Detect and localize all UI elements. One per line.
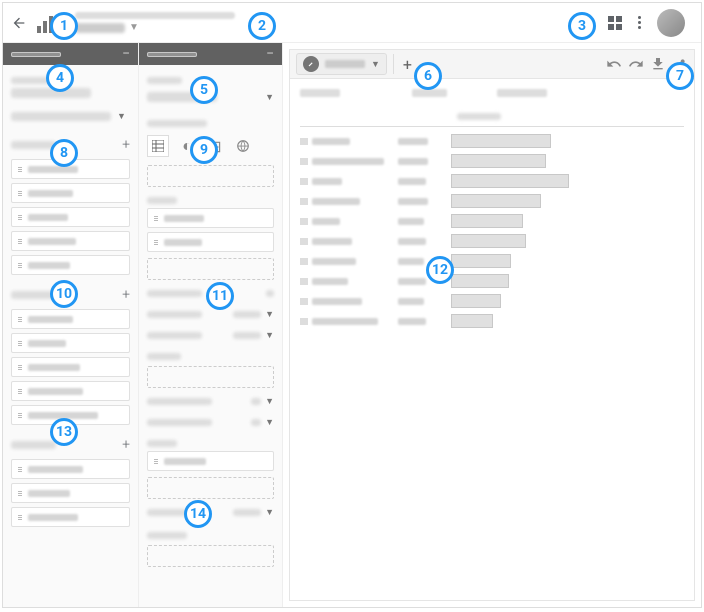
apps-icon[interactable] — [608, 16, 622, 30]
tab-settings-panel: − ▼ ◐ ⊞ — [139, 43, 283, 607]
more-icon[interactable] — [638, 16, 641, 29]
callout-12: 12 — [426, 256, 454, 284]
caret-down-icon: ▼ — [129, 22, 139, 33]
dimensions-label — [147, 197, 177, 204]
field-pill[interactable] — [11, 333, 130, 353]
table-row[interactable] — [300, 231, 684, 251]
callout-4: 4 — [46, 64, 74, 92]
minimize-icon[interactable]: − — [266, 47, 274, 61]
viz-label — [147, 120, 207, 127]
callout-2: 2 — [248, 12, 276, 40]
callout-9: 9 — [190, 136, 218, 164]
canvas-toolbar: ▼ + — [289, 49, 695, 79]
callout-5: 5 — [190, 76, 218, 104]
table-row[interactable] — [300, 311, 684, 331]
callout-7: 7 — [666, 62, 694, 90]
plus-icon[interactable]: + — [122, 137, 130, 153]
field-pill[interactable] — [11, 183, 130, 203]
field-pill[interactable] — [11, 255, 130, 275]
callout-14: 14 — [184, 500, 212, 528]
geo-viz-icon[interactable] — [233, 136, 253, 156]
table-row[interactable] — [300, 271, 684, 291]
table-row[interactable] — [300, 291, 684, 311]
table-summary-row — [300, 107, 684, 127]
variables-panel-header[interactable]: − — [3, 43, 138, 65]
viz-drop-zone[interactable] — [147, 165, 274, 187]
table-row[interactable] — [300, 211, 684, 231]
segments-mid-label — [147, 532, 187, 539]
avatar[interactable] — [657, 9, 685, 37]
filter-pill[interactable] — [147, 451, 274, 471]
callout-6: 6 — [414, 62, 442, 90]
field-pill[interactable] — [11, 309, 130, 329]
table-viz-icon[interactable] — [147, 135, 169, 157]
caret-down-icon: ▼ — [371, 59, 380, 70]
view-value[interactable] — [11, 88, 91, 98]
metric-drop-zone[interactable] — [147, 366, 274, 388]
field-pill[interactable] — [11, 207, 130, 227]
report-area — [289, 79, 695, 601]
filter-drop-zone[interactable] — [147, 477, 274, 499]
field-pill[interactable] — [11, 357, 130, 377]
field-pill[interactable] — [11, 459, 130, 479]
table-row[interactable] — [300, 171, 684, 191]
table-row[interactable] — [300, 131, 684, 151]
field-pill[interactable] — [11, 381, 130, 401]
caret-down-icon: ▼ — [265, 92, 274, 103]
table-row[interactable] — [300, 191, 684, 211]
account-selector[interactable]: ▼ — [75, 12, 574, 33]
callout-8: 8 — [50, 139, 78, 167]
table-row[interactable] — [300, 251, 684, 271]
caret-down-icon: ▼ — [117, 111, 126, 122]
metrics-label — [147, 353, 181, 360]
variables-panel: − ▼ + + + — [3, 43, 139, 607]
field-pill[interactable] — [11, 507, 130, 527]
callout-13: 13 — [50, 418, 78, 446]
tab-chip[interactable]: ▼ — [296, 53, 387, 75]
segment-drop-zone[interactable] — [147, 545, 274, 567]
dim-drop-zone[interactable] — [147, 258, 274, 280]
report-canvas: ▼ + — [283, 43, 701, 607]
label — [147, 77, 182, 84]
back-icon[interactable] — [11, 15, 27, 31]
callout-1: 1 — [50, 12, 78, 40]
add-tab-button[interactable]: + — [393, 54, 413, 74]
pencil-icon — [303, 56, 319, 72]
field-pill[interactable] — [11, 483, 130, 503]
callout-3: 3 — [568, 12, 596, 40]
table-row[interactable] — [300, 151, 684, 171]
dim-pill[interactable] — [147, 208, 274, 228]
download-icon[interactable] — [650, 56, 666, 72]
field-pill[interactable] — [11, 231, 130, 251]
filters-label — [147, 440, 177, 447]
undo-icon[interactable] — [606, 56, 622, 72]
callout-10: 10 — [50, 280, 78, 308]
dim-pill[interactable] — [147, 232, 274, 252]
minimize-icon[interactable]: − — [122, 47, 130, 61]
plus-icon[interactable]: + — [122, 287, 130, 303]
redo-icon[interactable] — [628, 56, 644, 72]
table-header — [300, 89, 684, 97]
date-range[interactable]: ▼ — [11, 108, 130, 125]
tab-settings-header[interactable]: − — [139, 43, 282, 65]
plus-icon[interactable]: + — [122, 437, 130, 453]
top-bar: ▼ — [3, 3, 701, 43]
callout-11: 11 — [206, 282, 234, 310]
